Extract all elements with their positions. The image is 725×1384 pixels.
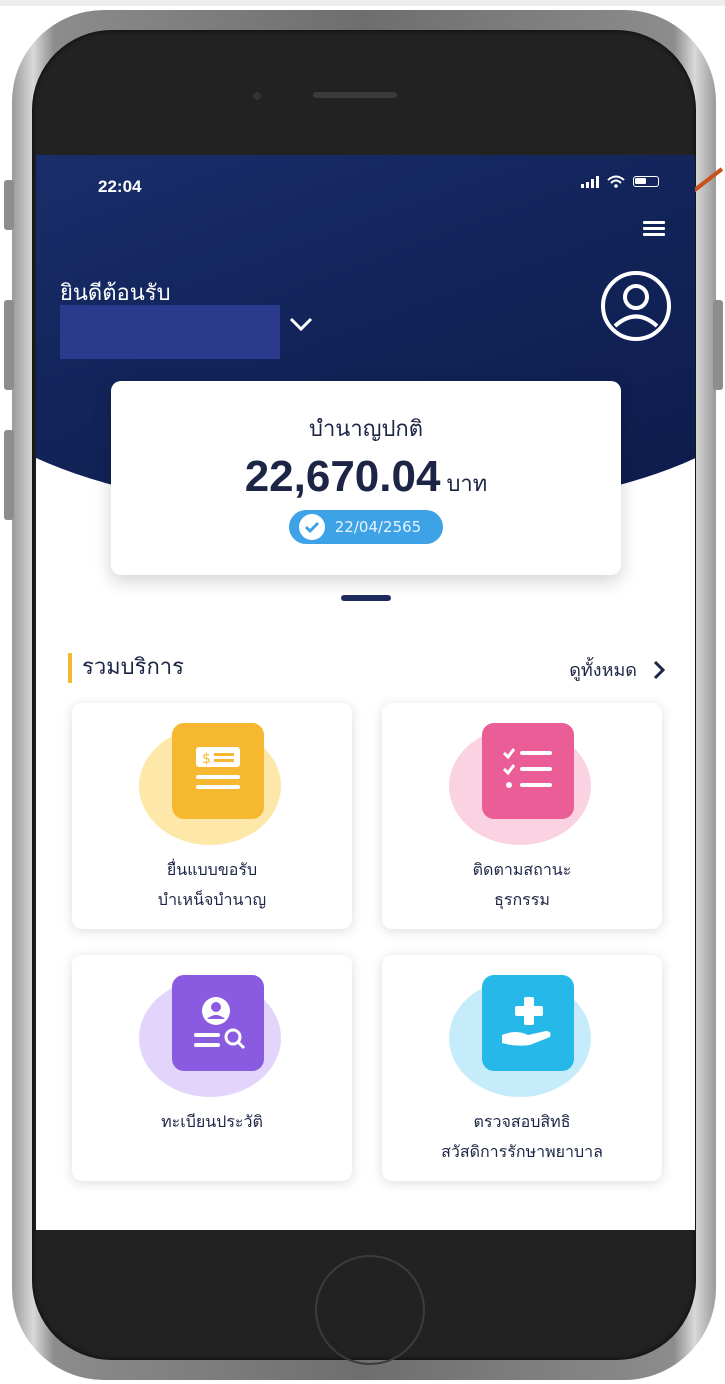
service-label: ตรวจสอบสิทธิ สวัสดิการรักษาพยาบาล [382,1107,662,1167]
profile-avatar-icon[interactable] [597,267,675,345]
status-icons [581,175,659,188]
service-card-pension-claim[interactable]: $ ยื่นแบบขอรับ บำเหน็จบำนาญ [72,703,352,929]
user-name-redacted [60,305,280,359]
services-title: รวมบริการ [68,653,184,683]
service-label-line1: ติดตามสถานะ [472,860,572,879]
pension-label: บำนาญปกติ [308,417,424,442]
earpiece-speaker [313,92,397,98]
app-screen: 22:04 ยินดีต้อนรับ บำนาญปกติ 22,670.04 บา… [36,155,695,1230]
service-label-line1: ทะเบียนประวัติ [161,1112,263,1131]
profile-search-icon [172,975,264,1071]
battery-icon [633,176,659,187]
payment-date: 22/04/2565 [334,518,422,536]
volume-down-button [4,430,14,520]
svg-text:$: $ [202,751,211,767]
power-button [713,300,723,390]
carousel-indicator[interactable] [341,595,391,601]
pension-balance-card[interactable]: บำนาญปกติ 22,670.04 บาท 22/04/2565 [111,381,621,575]
service-card-track-status[interactable]: ติดตามสถานะ ธุรกรรม [382,703,662,929]
service-label-line2: ธุรกรรม [494,890,550,909]
chevron-right-icon [653,660,665,679]
chevron-down-icon[interactable] [288,315,314,333]
service-label-line2: สวัสดิการรักษาพยาบาล [441,1142,603,1161]
wifi-icon [607,175,625,188]
service-card-medical-rights[interactable]: ตรวจสอบสิทธิ สวัสดิการรักษาพยาบาล [382,955,662,1181]
signal-icon [581,175,599,188]
mute-switch [4,180,14,230]
service-label: ติดตามสถานะ ธุรกรรม [382,855,662,915]
service-label-line1: ตรวจสอบสิทธิ [473,1112,571,1131]
service-card-profile-registry[interactable]: ทะเบียนประวัติ [72,955,352,1181]
checklist-icon [482,723,574,819]
volume-up-button [4,300,14,390]
hamburger-menu-icon[interactable] [643,221,665,239]
service-label: ยื่นแบบขอรับ บำเหน็จบำนาญ [72,855,352,915]
check-icon [298,514,325,540]
service-label-line1: ยื่นแบบขอรับ [166,860,258,879]
front-camera [253,92,261,100]
service-label: ทะเบียนประวัติ [72,1107,352,1137]
money-document-icon: $ [172,723,264,819]
page-top-border [0,0,725,6]
see-all-link[interactable]: ดูทั้งหมด [569,655,665,684]
see-all-label: ดูทั้งหมด [569,660,637,681]
service-label-line2: บำเหน็จบำนาญ [157,890,267,909]
currency-unit: บาท [446,472,488,497]
status-time: 22:04 [98,177,142,196]
pension-amount: 22,670.04 [244,452,441,501]
balance-row: 22,670.04 บาท [111,452,621,502]
medical-care-icon [482,975,574,1071]
payment-date-badge: 22/04/2565 [288,510,444,544]
home-button[interactable] [315,1255,425,1365]
